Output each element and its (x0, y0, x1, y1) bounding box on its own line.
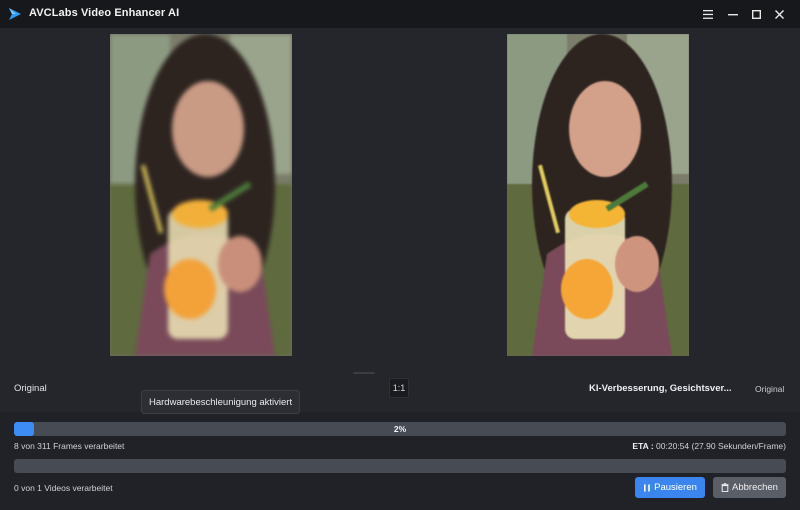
title-bar: AVCLabs Video Enhancer AI (0, 0, 800, 28)
pause-button[interactable]: Pausieren (635, 477, 705, 498)
cancel-button[interactable]: Abbrechen (713, 477, 786, 498)
app-logo-icon (9, 8, 21, 20)
frames-processed-text: 8 von 311 Frames verarbeitet (14, 441, 125, 451)
eta-text: ETA : 00:20:54 (27.90 Sekunden/Frame) (632, 441, 786, 451)
eta-label: ETA : (632, 441, 654, 451)
ratio-1-1-button[interactable]: 1:1 (389, 378, 409, 398)
pause-icon (644, 484, 650, 491)
frame-progress-bar: 2% (14, 422, 786, 436)
preview-area: Original 1:1 KI-Verbesserung, Gesichtsve… (0, 28, 800, 412)
progress-panel: 2% 8 von 311 Frames verarbeitet ETA : 00… (0, 414, 800, 510)
menu-icon[interactable] (697, 4, 719, 24)
splitter-handle[interactable] (353, 372, 375, 374)
eta-value: 00:20:54 (27.90 Sekunden/Frame) (656, 441, 786, 451)
video-progress-bar (14, 459, 786, 473)
maximize-icon[interactable] (745, 4, 767, 24)
enhanced-video-frame (507, 34, 689, 356)
hardware-acceleration-tooltip: Hardwarebeschleunigung aktiviert (141, 390, 301, 414)
progress-percent: 2% (393, 424, 407, 434)
original-toggle-label[interactable]: Original (755, 384, 784, 394)
original-video-frame (110, 34, 292, 356)
app-title: AVCLabs Video Enhancer AI (29, 7, 180, 19)
enhancement-label: KI-Verbesserung, Gesichtsver... (589, 383, 732, 394)
pause-label: Pausieren (654, 482, 697, 493)
close-icon[interactable] (768, 4, 790, 24)
minimize-icon[interactable] (722, 4, 744, 24)
cancel-label: Abbrechen (732, 482, 778, 493)
original-label: Original (14, 383, 47, 394)
videos-processed-text: 0 von 1 Videos verarbeitet (14, 483, 113, 493)
trash-icon (721, 483, 729, 492)
